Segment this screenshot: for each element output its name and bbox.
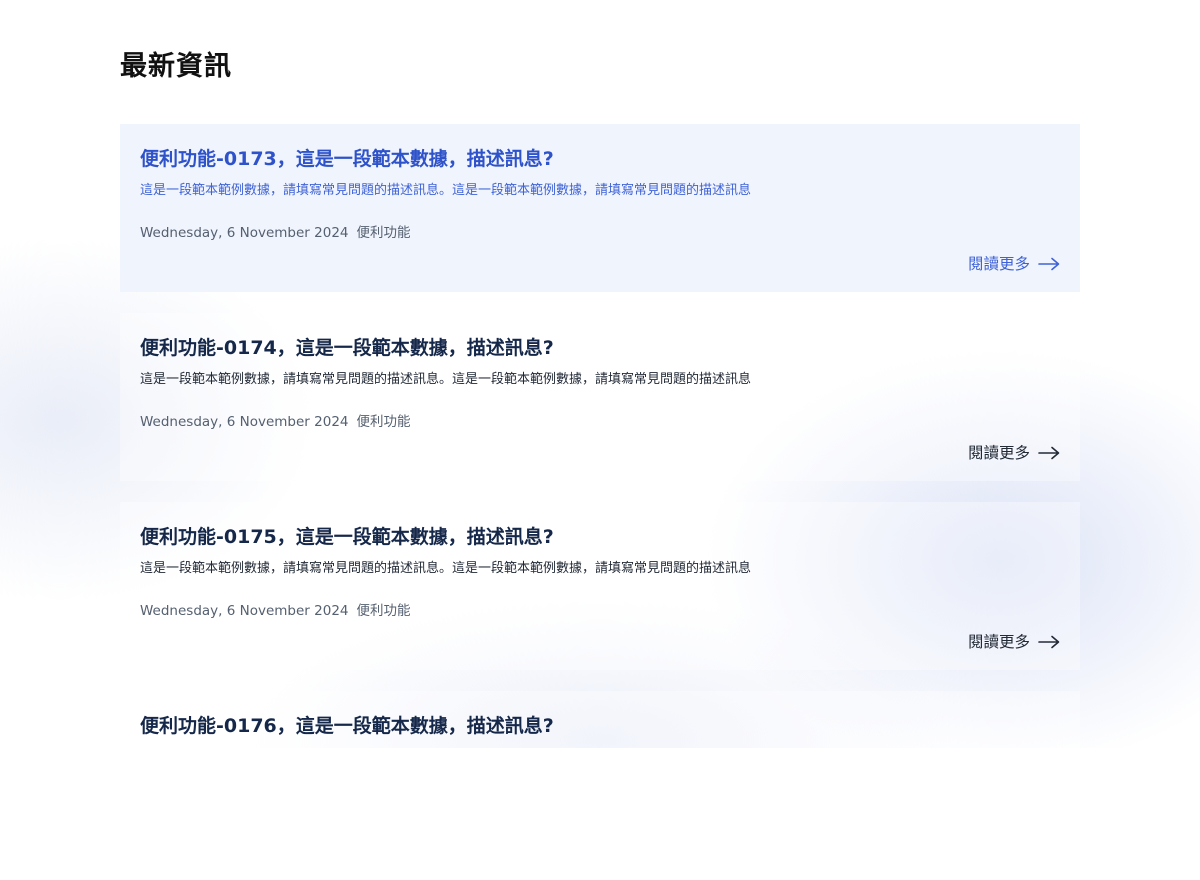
news-meta: Wednesday, 6 November 2024 便利功能	[140, 224, 411, 242]
page-title: 最新資訊	[120, 51, 232, 82]
news-title[interactable]: 便利功能-0176，這是一段範本數據，描述訊息?	[140, 713, 554, 739]
read-more-link[interactable]: 閱讀更多	[968, 253, 1060, 275]
arrow-right-icon	[1038, 446, 1060, 460]
news-meta: Wednesday, 6 November 2024 便利功能	[140, 413, 411, 431]
news-description: 這是一段範本範例數據，請填寫常見問題的描述訊息。這是一段範本範例數據，請填寫常見…	[140, 183, 752, 198]
news-date: Wednesday, 6 November 2024	[140, 603, 349, 619]
page: 最新資訊 便利功能-0173，這是一段範本數據，描述訊息? 這是一段範本範例數據…	[120, 0, 1080, 880]
news-title[interactable]: 便利功能-0175，這是一段範本數據，描述訊息?	[140, 524, 554, 550]
news-card[interactable]: 便利功能-0175，這是一段範本數據，描述訊息? 這是一段範本範例數據，請填寫常…	[120, 502, 1080, 670]
arrow-right-icon	[1038, 257, 1060, 271]
news-date: Wednesday, 6 November 2024	[140, 414, 349, 430]
read-more-link[interactable]: 閱讀更多	[968, 631, 1060, 653]
read-more-label: 閱讀更多	[967, 255, 1030, 273]
news-card[interactable]: 便利功能-0173，這是一段範本數據，描述訊息? 這是一段範本範例數據，請填寫常…	[120, 124, 1080, 292]
news-category: 便利功能	[356, 603, 411, 619]
news-description: 這是一段範本範例數據，請填寫常見問題的描述訊息。這是一段範本範例數據，請填寫常見…	[140, 561, 752, 576]
read-more-link[interactable]: 閱讀更多	[968, 442, 1060, 464]
news-title[interactable]: 便利功能-0174，這是一段範本數據，描述訊息?	[140, 335, 554, 361]
news-category: 便利功能	[356, 225, 411, 241]
arrow-right-icon	[1038, 635, 1060, 649]
news-list: 便利功能-0173，這是一段範本數據，描述訊息? 這是一段範本範例數據，請填寫常…	[120, 124, 1080, 859]
news-meta: Wednesday, 6 November 2024 便利功能	[140, 602, 411, 620]
read-more-label: 閱讀更多	[967, 444, 1030, 462]
news-date: Wednesday, 6 November 2024	[140, 225, 349, 241]
news-card[interactable]: 便利功能-0174，這是一段範本數據，描述訊息? 這是一段範本範例數據，請填寫常…	[120, 313, 1080, 481]
news-card[interactable]: 便利功能-0176，這是一段範本數據，描述訊息?	[120, 691, 1080, 859]
news-description: 這是一段範本範例數據，請填寫常見問題的描述訊息。這是一段範本範例數據，請填寫常見…	[140, 372, 752, 387]
read-more-label: 閱讀更多	[967, 633, 1030, 651]
news-title[interactable]: 便利功能-0173，這是一段範本數據，描述訊息?	[140, 146, 554, 172]
news-category: 便利功能	[356, 414, 411, 430]
